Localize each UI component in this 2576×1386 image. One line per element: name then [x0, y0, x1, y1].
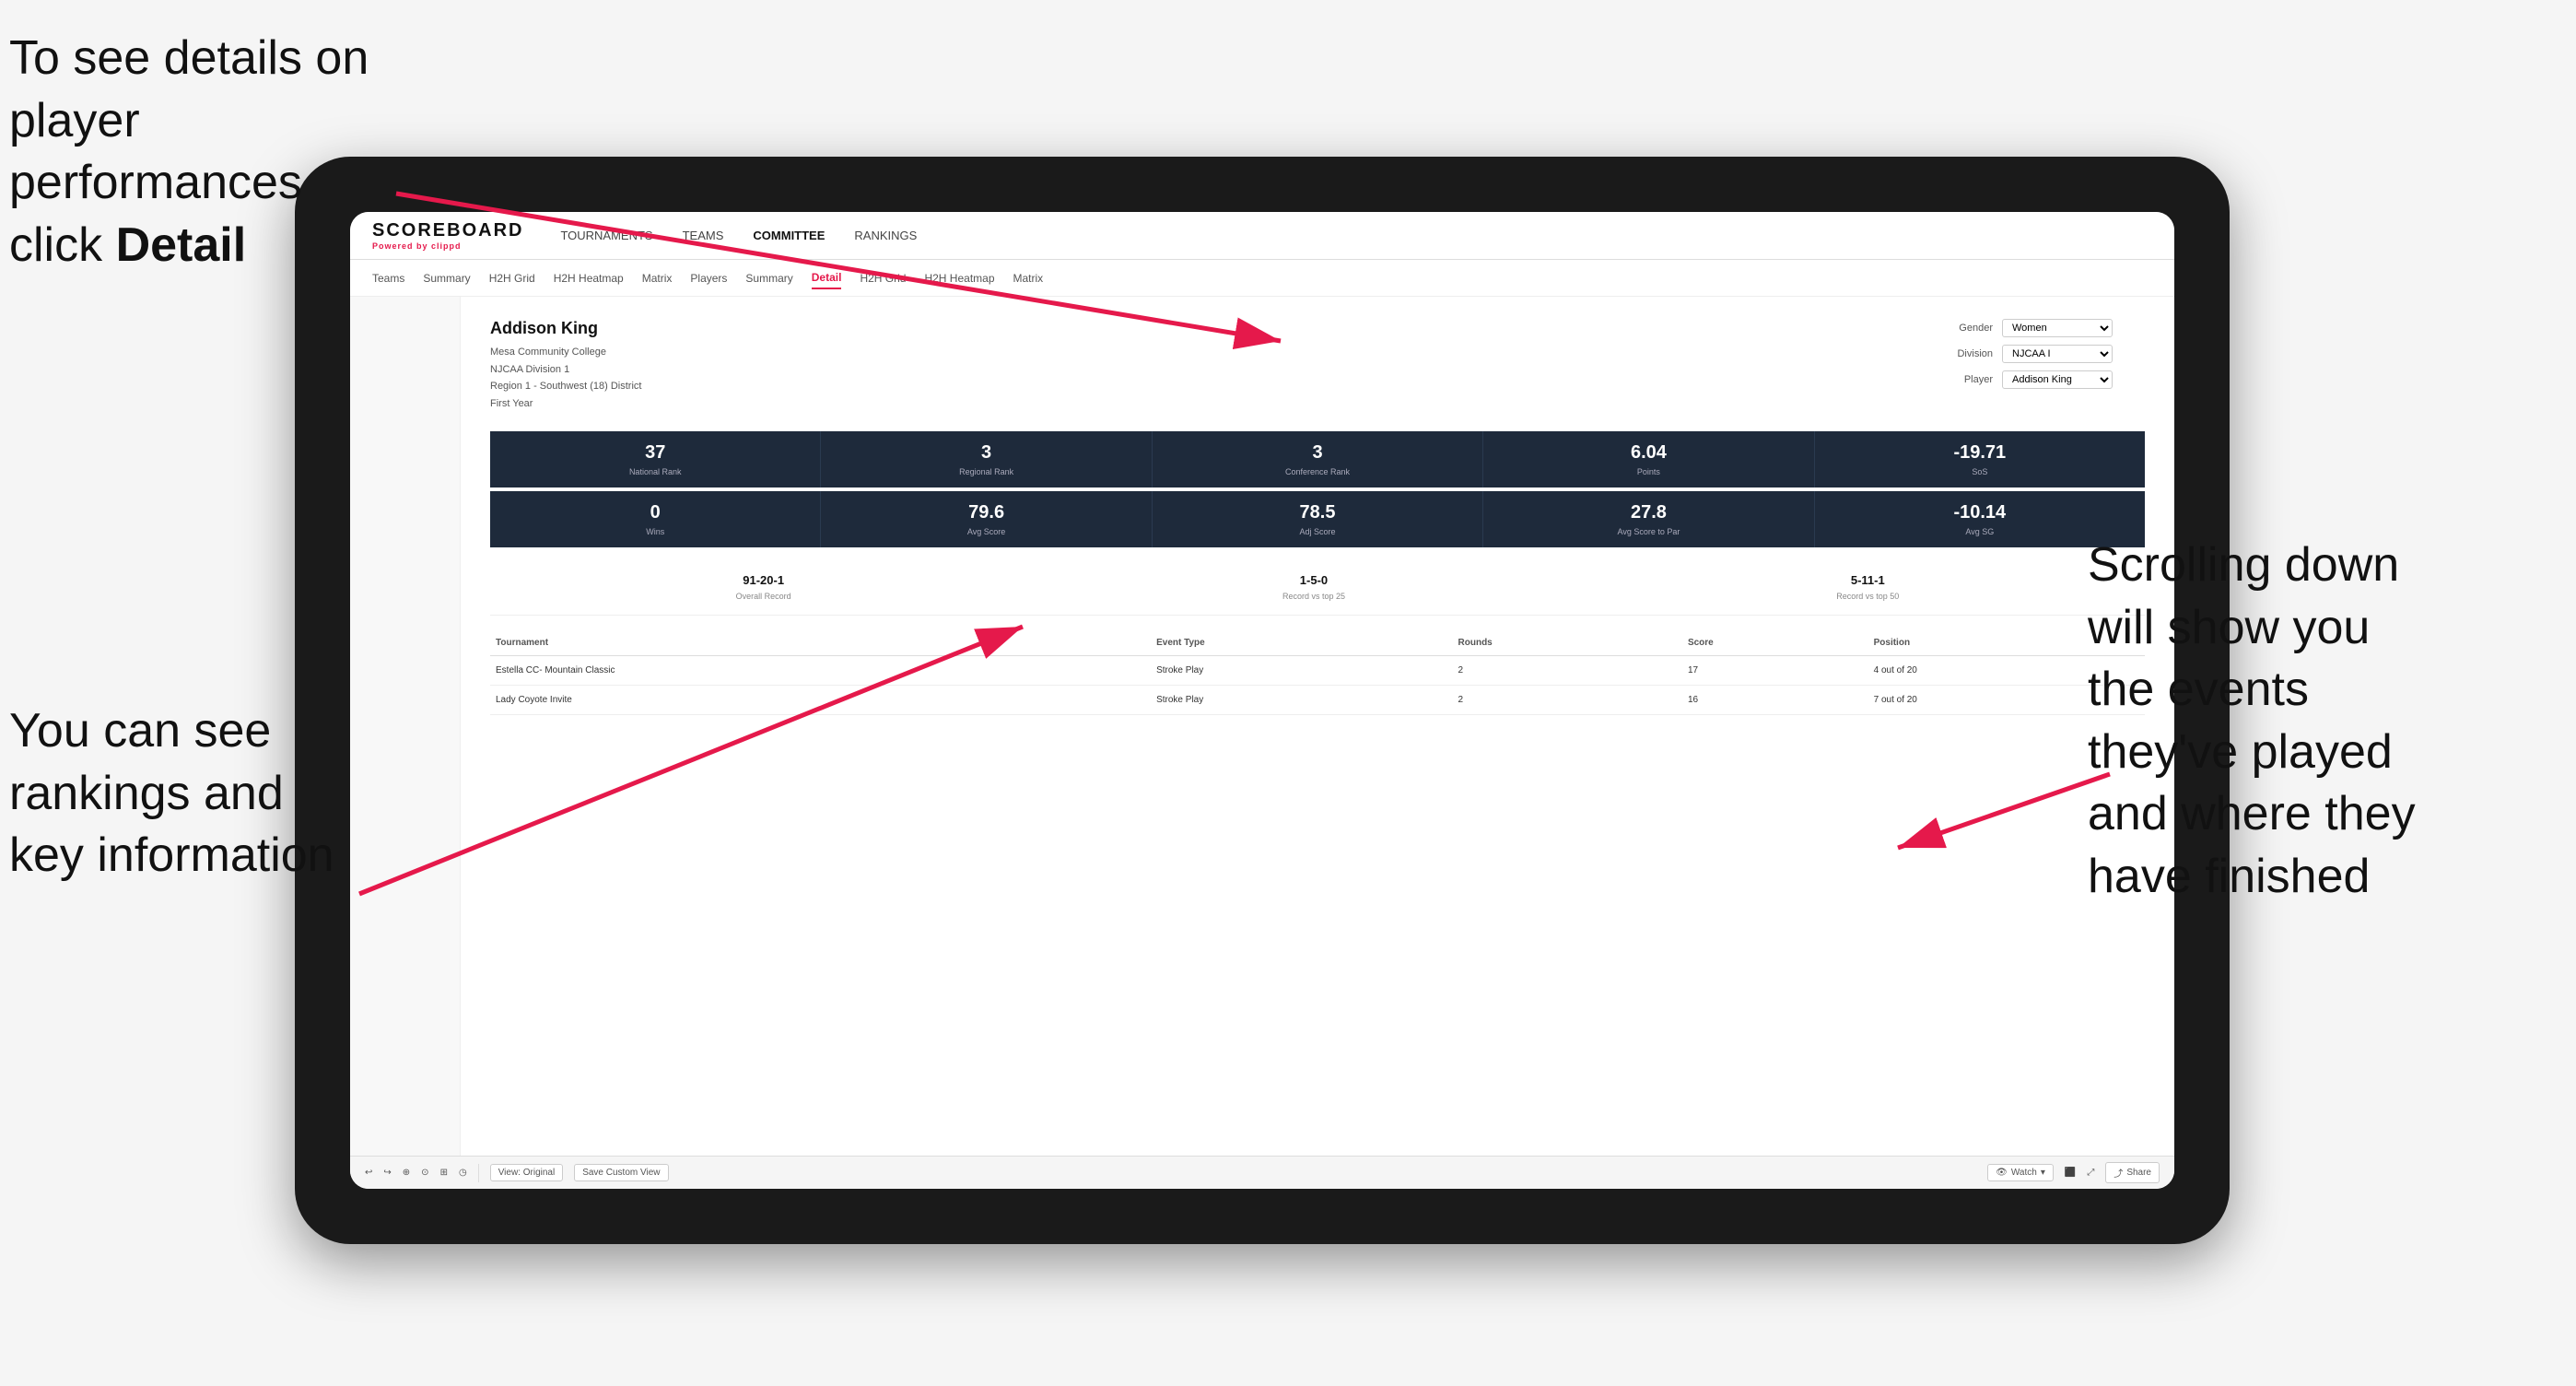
redo-icon[interactable]: ↪	[383, 1168, 391, 1178]
stat-adj-score: 78.5 Adj Score	[1153, 491, 1483, 547]
tablet-frame: SCOREBOARD Powered by clippd TOURNAMENTS…	[295, 157, 2230, 1244]
stats-row-1: 37 National Rank 3 Regional Rank 3 Confe…	[490, 431, 2145, 487]
tournament-table: Tournament Event Type Rounds Score Posit…	[490, 630, 2145, 715]
stat-conference-rank: 3 Conference Rank	[1153, 431, 1483, 487]
eye-icon: 👁	[1996, 1168, 2008, 1178]
stat-avg-score: 79.6 Avg Score	[821, 491, 1152, 547]
player-info: Addison King Mesa Community College NJCA…	[490, 319, 641, 413]
main-content: Addison King Mesa Community College NJCA…	[350, 297, 2174, 1189]
annotation-bottom-left: You can see rankings and key information	[9, 700, 415, 887]
rounds-2: 2	[1453, 685, 1682, 714]
nav-teams[interactable]: TEAMS	[683, 225, 724, 246]
division-label: Division	[1942, 348, 1993, 359]
save-custom-button[interactable]: Save Custom View	[574, 1164, 668, 1181]
sub-nav: Teams Summary H2H Grid H2H Heatmap Matri…	[350, 260, 2174, 297]
sub-nav-detail[interactable]: Detail	[812, 267, 842, 289]
score-2: 16	[1682, 685, 1868, 714]
filter-gender: Gender Women	[1942, 319, 2145, 337]
filter-division: Division NJCAA I	[1942, 345, 2145, 363]
share-icon: ⤴	[2113, 1166, 2123, 1180]
bottom-toolbar: ↩ ↪ ⊕ ⊙ ⊞ ◷ View: Original Save Custom V…	[350, 1156, 2174, 1189]
toolbar-sep-1	[478, 1164, 479, 1182]
nav-rankings[interactable]: RANKINGS	[854, 225, 917, 246]
stat-points: 6.04 Points	[1483, 431, 1814, 487]
record-overall: 91-20-1 Overall Record	[736, 573, 791, 604]
player-name: Addison King	[490, 319, 641, 338]
sub-nav-matrix2[interactable]: Matrix	[1013, 268, 1044, 288]
annotation-top-left: To see details on player performances cl…	[9, 28, 396, 276]
player-college: Mesa Community College	[490, 344, 641, 361]
stat-avg-score-par: 27.8 Avg Score to Par	[1483, 491, 1814, 547]
stat-wins: 0 Wins	[490, 491, 821, 547]
sub-nav-h2h-grid2[interactable]: H2H Grid	[860, 268, 906, 288]
gender-label: Gender	[1942, 323, 1993, 334]
sub-nav-summary[interactable]: Summary	[423, 268, 470, 288]
nav-tournaments[interactable]: TOURNAMENTS	[560, 225, 652, 246]
table-header: Tournament Event Type Rounds Score Posit…	[490, 630, 2145, 656]
rounds-1: 2	[1453, 655, 1682, 685]
tournament-name-2: Lady Coyote Invite	[490, 685, 1151, 714]
table-body: Estella CC- Mountain Classic Stroke Play…	[490, 655, 2145, 714]
event-type-1: Stroke Play	[1151, 655, 1452, 685]
tournament-name-1: Estella CC- Mountain Classic	[490, 655, 1151, 685]
player-header: Addison King Mesa Community College NJCA…	[490, 319, 2145, 413]
toolbar-icon-expand[interactable]: ⤢	[2087, 1168, 2094, 1178]
player-filters: Gender Women Division NJCAA I	[1942, 319, 2145, 413]
top-nav: SCOREBOARD Powered by clippd TOURNAMENTS…	[350, 212, 2174, 260]
stat-sos: -19.71 SoS	[1815, 431, 2145, 487]
main-nav: TOURNAMENTS TEAMS COMMITTEE RANKINGS	[560, 225, 917, 246]
player-region: Region 1 - Southwest (18) District	[490, 378, 641, 395]
record-top25: 1-5-0 Record vs top 25	[1282, 573, 1345, 604]
watch-button[interactable]: 👁 Watch ▾	[1987, 1164, 2054, 1181]
sub-nav-h2h-grid[interactable]: H2H Grid	[489, 268, 535, 288]
sub-nav-h2h-heatmap[interactable]: H2H Heatmap	[554, 268, 624, 288]
table-row: Estella CC- Mountain Classic Stroke Play…	[490, 655, 2145, 685]
share-button[interactable]: ⤴ Share	[2105, 1162, 2160, 1183]
toolbar-icon-1[interactable]: ⊕	[403, 1168, 410, 1178]
nav-committee[interactable]: COMMITTEE	[753, 225, 825, 246]
detail-area: Addison King Mesa Community College NJCA…	[461, 297, 2174, 1189]
score-1: 17	[1682, 655, 1868, 685]
view-original-button[interactable]: View: Original	[490, 1164, 564, 1181]
col-event-type: Event Type	[1151, 630, 1452, 656]
stat-regional-rank: 3 Regional Rank	[821, 431, 1152, 487]
sub-nav-h2h-heatmap2[interactable]: H2H Heatmap	[924, 268, 994, 288]
toolbar-icon-screen[interactable]: ⬛	[2065, 1168, 2076, 1178]
tablet-screen: SCOREBOARD Powered by clippd TOURNAMENTS…	[350, 212, 2174, 1189]
gender-select[interactable]: Women	[2002, 319, 2113, 337]
col-rounds: Rounds	[1453, 630, 1682, 656]
toolbar-icon-3[interactable]: ⊞	[440, 1168, 448, 1178]
sub-nav-matrix[interactable]: Matrix	[642, 268, 673, 288]
filter-player: Player Addison King	[1942, 370, 2145, 389]
toolbar-icon-2[interactable]: ⊙	[421, 1168, 428, 1178]
player-label: Player	[1942, 374, 1993, 385]
col-score: Score	[1682, 630, 1868, 656]
table-row: Lady Coyote Invite Stroke Play 2 16 7 ou…	[490, 685, 2145, 714]
sub-nav-summary2[interactable]: Summary	[745, 268, 792, 288]
event-type-2: Stroke Play	[1151, 685, 1452, 714]
stats-row-2: 0 Wins 79.6 Avg Score 78.5 Adj Score 27.…	[490, 491, 2145, 547]
undo-icon[interactable]: ↩	[365, 1168, 372, 1178]
records-row: 91-20-1 Overall Record 1-5-0 Record vs t…	[490, 562, 2145, 616]
division-select[interactable]: NJCAA I	[2002, 345, 2113, 363]
stat-national-rank: 37 National Rank	[490, 431, 821, 487]
player-select[interactable]: Addison King	[2002, 370, 2113, 389]
player-year: First Year	[490, 395, 641, 413]
chevron-down-icon: ▾	[2041, 1168, 2045, 1178]
player-division: NJCAA Division 1	[490, 361, 641, 379]
record-top50: 5-11-1 Record vs top 50	[1836, 573, 1899, 604]
sub-nav-players[interactable]: Players	[690, 268, 727, 288]
toolbar-icon-4[interactable]: ◷	[459, 1168, 467, 1178]
annotation-right: Scrolling down will show you the events …	[2088, 534, 2567, 909]
col-tournament: Tournament	[490, 630, 1151, 656]
